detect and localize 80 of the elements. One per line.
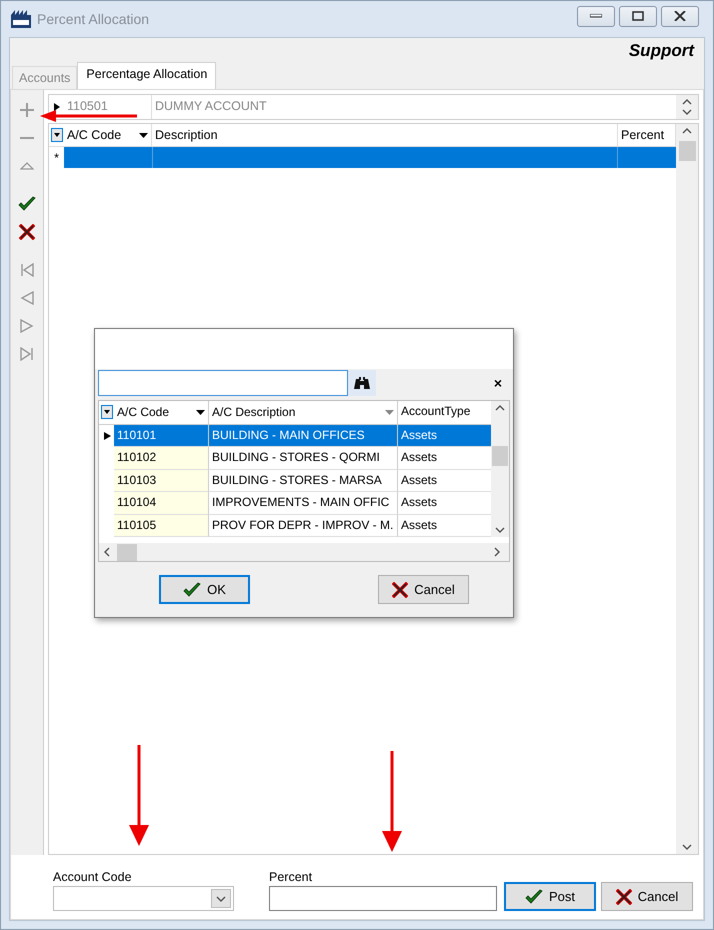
percent-field[interactable]	[269, 886, 497, 911]
table-row[interactable]: 110104 IMPROVEMENTS - MAIN OFFIC Assets	[99, 492, 491, 514]
check-icon	[524, 888, 543, 904]
new-row-marker: *	[53, 150, 60, 166]
scroll-down-icon	[682, 843, 692, 851]
check-icon	[183, 582, 202, 598]
table-row[interactable]: 110101 BUILDING - MAIN OFFICES Assets	[99, 424, 491, 447]
last-record-icon	[20, 347, 34, 361]
chevron-down-icon	[216, 894, 226, 902]
cross-icon	[616, 888, 632, 904]
field-label: Percent	[269, 870, 314, 884]
post-button[interactable]: Post	[504, 882, 596, 911]
table-cell: BUILDING - STORES - QORMI	[209, 447, 398, 470]
scroll-right-icon	[493, 547, 501, 557]
ok-button[interactable]: OK	[159, 575, 250, 604]
table-cell: 110101	[114, 424, 209, 447]
close-icon	[674, 11, 686, 21]
table-cell: IMPROVEMENTS - MAIN OFFIC	[209, 492, 398, 514]
sort-arrow-icon	[196, 410, 205, 415]
window-title: Percent Allocation	[37, 11, 150, 27]
app-logo-icon	[11, 10, 31, 28]
table-cell: PROV FOR DEPR - IMPROV - M.	[209, 514, 398, 537]
table-cell: 110102	[114, 447, 209, 470]
next-icon	[20, 319, 34, 333]
plus-icon	[19, 102, 35, 118]
up-down-icon	[682, 98, 692, 116]
table-cell: BUILDING - MAIN OFFICES	[209, 424, 398, 447]
scroll-thumb[interactable]	[492, 446, 508, 466]
maximize-icon	[632, 11, 644, 21]
scroll-thumb[interactable]	[678, 141, 696, 161]
table-cell: Assets	[398, 424, 491, 447]
search-field[interactable]	[98, 370, 348, 396]
scroll-down-icon	[495, 526, 505, 534]
row-pointer-icon	[102, 432, 112, 440]
previous-icon	[20, 291, 34, 305]
column-header[interactable]: AccountType	[398, 401, 491, 424]
scroll-up-icon	[682, 127, 692, 135]
close-button[interactable]	[661, 6, 699, 26]
sort-arrow-icon	[385, 410, 394, 415]
column-header[interactable]: A/C Code	[64, 124, 152, 146]
column-menu-icon[interactable]	[100, 405, 112, 420]
minus-icon	[19, 136, 35, 140]
table-cell: BUILDING - STORES - MARSA	[209, 470, 398, 492]
triangle-up-icon	[20, 162, 34, 170]
caption-label: Support	[628, 40, 696, 62]
table-row[interactable]: 110103 BUILDING - STORES - MARSA Assets	[99, 470, 491, 492]
sort-arrow-icon	[139, 132, 148, 138]
scroll-thumb[interactable]	[117, 544, 137, 560]
table-cell-text: DUMMY ACCOUNT	[154, 98, 268, 115]
minimize-icon	[590, 14, 602, 18]
table-cell: 110105	[114, 514, 209, 537]
maximize-button[interactable]	[619, 6, 657, 26]
check-icon	[18, 196, 36, 212]
minimize-button[interactable]	[577, 6, 615, 26]
table-cell: 110501	[64, 95, 152, 119]
binoculars-icon	[353, 376, 371, 390]
column-header[interactable]: A/C Description	[209, 401, 398, 424]
spin-button[interactable]	[676, 95, 698, 119]
scroll-left-icon	[103, 547, 111, 557]
cross-icon	[392, 582, 408, 598]
row-pointer-icon	[52, 103, 62, 111]
horizontal-scrollbar[interactable]	[99, 543, 509, 561]
field-label: Account Code	[53, 870, 133, 884]
account-code-dropdown[interactable]	[53, 886, 234, 911]
tab[interactable]: Percentage Allocation	[77, 62, 216, 89]
column-menu-icon[interactable]	[50, 128, 62, 142]
table-cell: 110103	[114, 470, 209, 492]
table-cell: 110104	[114, 492, 209, 514]
search-button[interactable]	[348, 370, 376, 396]
cancel-button[interactable]: Cancel	[378, 575, 469, 604]
cross-icon	[19, 224, 35, 240]
close-button[interactable]: ×	[494, 375, 502, 391]
table-row[interactable]: 110102 BUILDING - STORES - QORMI Assets	[99, 447, 491, 470]
first-record-icon	[20, 263, 34, 277]
column-header[interactable]: A/C Code	[114, 401, 209, 424]
column-header[interactable]: Description	[152, 124, 618, 146]
scroll-up-icon	[495, 404, 505, 412]
record-selector[interactable]: 110501 DUMMY ACCOUNT	[48, 94, 699, 120]
cancel-button[interactable]: Cancel	[601, 882, 693, 911]
table-row[interactable]: 110105 PROV FOR DEPR - IMPROV - M. Assets	[99, 514, 491, 537]
